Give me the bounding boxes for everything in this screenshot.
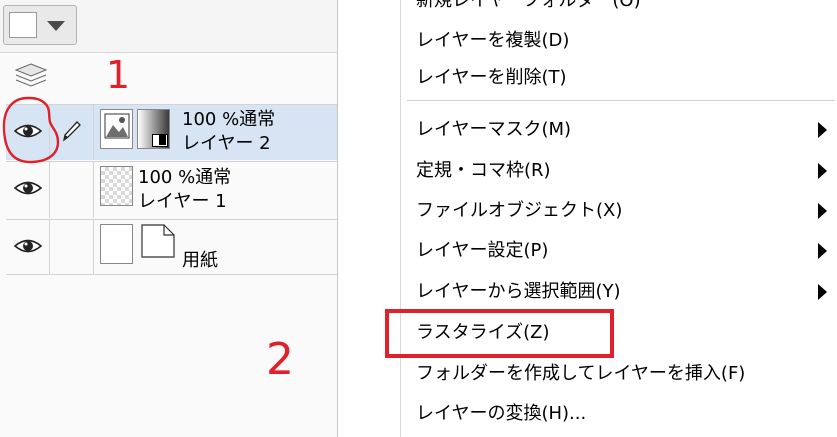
annotation-step-1: 1 xyxy=(106,53,130,92)
menu-item-create-folder-insert[interactable]: フォルダーを作成してレイヤーを挿入(F) xyxy=(407,355,837,393)
menu-item-ruler-frame[interactable]: 定規・コマ枠(R) xyxy=(407,152,837,190)
visibility-toggle[interactable] xyxy=(6,220,50,274)
menu-item-selection-from-layer[interactable]: レイヤーから選択範囲(Y) xyxy=(407,273,837,311)
layer-blend-label: 100 %通常 xyxy=(182,109,276,130)
layer-blend-label: 100 %通常 xyxy=(138,167,232,188)
menu-item-duplicate[interactable]: レイヤーを複製(D) xyxy=(407,22,837,60)
annotation-step-1-label: 1 xyxy=(106,53,130,92)
menu-item-label: レイヤー設定(P) xyxy=(416,240,549,261)
color-swatch xyxy=(9,12,37,38)
menu-item-label: レイヤーマスク(M) xyxy=(416,119,572,140)
menu-item-label: 定規・コマ枠(R) xyxy=(416,160,551,181)
submenu-arrow-icon xyxy=(818,243,827,259)
layer-name: レイヤー 2 xyxy=(182,133,271,154)
edit-target-cell[interactable] xyxy=(50,220,94,274)
menu-item-label: レイヤーを削除(T) xyxy=(416,67,567,88)
layer-thumbnail xyxy=(100,109,133,149)
layer-stack-row xyxy=(0,53,337,97)
annotation-highlight-box xyxy=(385,309,614,358)
submenu-arrow-icon xyxy=(818,122,827,138)
layer-name: レイヤー 1 xyxy=(138,191,227,212)
submenu-arrow-icon xyxy=(818,203,827,219)
menu-item-label: レイヤーを複製(D) xyxy=(416,30,570,51)
menu-item-label: ファイルオブジェクト(X) xyxy=(416,200,623,221)
layer-thumbnail xyxy=(100,224,133,264)
menu-item-layer-settings[interactable]: レイヤー設定(P) xyxy=(407,232,837,270)
layer-color-dropdown[interactable] xyxy=(3,5,77,45)
layer-context-menu: 新規レイヤーフォルダー(O) レイヤーを複製(D) レイヤーを削除(T) レイヤ… xyxy=(400,0,837,437)
layer-panel-toolbar xyxy=(0,0,337,53)
menu-item-label: 新規レイヤーフォルダー(O) xyxy=(416,0,641,11)
menu-item-label: レイヤーから選択範囲(Y) xyxy=(416,281,621,302)
annotation-circle xyxy=(2,96,60,164)
layers-stack-icon xyxy=(14,63,48,87)
menu-item-label: フォルダーを作成してレイヤーを挿入(F) xyxy=(416,363,746,384)
menu-item-convert-layer[interactable]: レイヤーの変換(H)... xyxy=(407,395,837,433)
menu-item-file-object[interactable]: ファイルオブジェクト(X) xyxy=(407,192,837,230)
submenu-arrow-icon xyxy=(818,163,827,179)
paper-icon xyxy=(141,224,175,258)
raster-image-icon xyxy=(104,113,130,139)
eye-icon xyxy=(14,239,42,253)
layer-name: 用紙 xyxy=(182,250,218,271)
menu-item-new-folder[interactable]: 新規レイヤーフォルダー(O) xyxy=(407,0,837,20)
submenu-arrow-icon xyxy=(818,284,827,300)
annotation-step-2: 2 xyxy=(266,334,294,380)
layer-thumbnail xyxy=(100,166,133,206)
menu-item-layer-mask[interactable]: レイヤーマスク(M) xyxy=(407,111,837,149)
layer-row[interactable]: 用紙 xyxy=(6,219,337,275)
menu-item-label: レイヤーの変換(H)... xyxy=(416,403,587,424)
eye-icon xyxy=(14,181,42,195)
menu-item-delete[interactable]: レイヤーを削除(T) xyxy=(407,59,837,97)
layer-mask-thumbnail xyxy=(137,109,170,149)
menu-separator xyxy=(407,100,835,101)
chevron-down-icon xyxy=(47,21,65,31)
annotation-step-2-label: 2 xyxy=(266,334,294,380)
